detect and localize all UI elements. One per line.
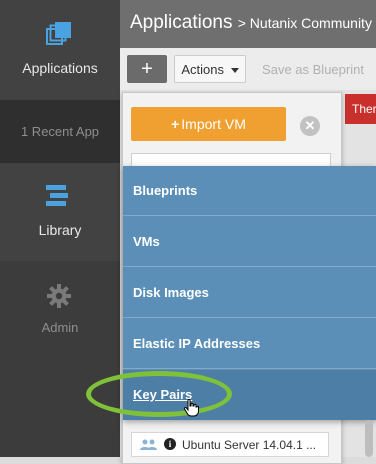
highlight-annotation <box>86 371 232 417</box>
toolbar: + Actions Save as Blueprint <box>120 48 376 91</box>
nav-applications[interactable]: Applications <box>0 0 120 100</box>
nav-admin[interactable]: Admin <box>0 261 120 457</box>
nav-library[interactable]: Library <box>0 163 120 261</box>
header-bar: Applications > Nutanix Community ... <box>120 0 376 48</box>
actions-dropdown-button[interactable]: Actions <box>174 55 246 83</box>
import-vm-label: Import VM <box>181 116 246 132</box>
info-icon[interactable]: i <box>164 438 176 450</box>
menu-item-disk-images[interactable]: Disk Images <box>123 268 376 318</box>
nav-applications-label: Applications <box>22 60 98 76</box>
applications-icon <box>46 22 71 45</box>
users-icon <box>140 439 157 450</box>
library-icon <box>46 185 68 206</box>
blueprint-list-item[interactable]: i Ubuntu Server 14.04.1 ... <box>131 432 329 457</box>
plus-icon: + <box>171 116 180 132</box>
blueprint-name: Ubuntu Server 14.04.1 ... <box>182 438 317 452</box>
caret-down-icon <box>230 67 239 73</box>
close-icon[interactable]: ✕ <box>300 116 320 136</box>
nav-library-label: Library <box>38 222 82 238</box>
import-vm-button[interactable]: + Import VM <box>131 107 286 141</box>
alert-banner[interactable]: Ther <box>345 94 376 124</box>
save-as-blueprint-button[interactable]: Save as Blueprint <box>254 55 372 83</box>
menu-item-vms[interactable]: VMs <box>123 217 376 267</box>
menu-item-blueprints[interactable]: Blueprints <box>123 166 376 216</box>
nav-recent-apps[interactable]: 1 Recent App <box>0 100 120 163</box>
hand-cursor-icon <box>183 399 199 417</box>
actions-label: Actions <box>181 61 224 77</box>
nav-recent-label: 1 Recent App <box>20 124 100 139</box>
menu-item-elastic-ip-addresses[interactable]: Elastic IP Addresses <box>123 319 376 369</box>
page-title: Applications > Nutanix Community ... <box>130 12 376 34</box>
breadcrumb[interactable]: > Nutanix Community ... <box>238 15 376 31</box>
panel-scrollbar[interactable] <box>365 420 373 457</box>
nav-admin-label: Admin <box>41 320 79 335</box>
add-button[interactable]: + <box>127 55 167 83</box>
gear-icon <box>47 284 71 308</box>
page-title-text: Applications <box>130 12 233 33</box>
